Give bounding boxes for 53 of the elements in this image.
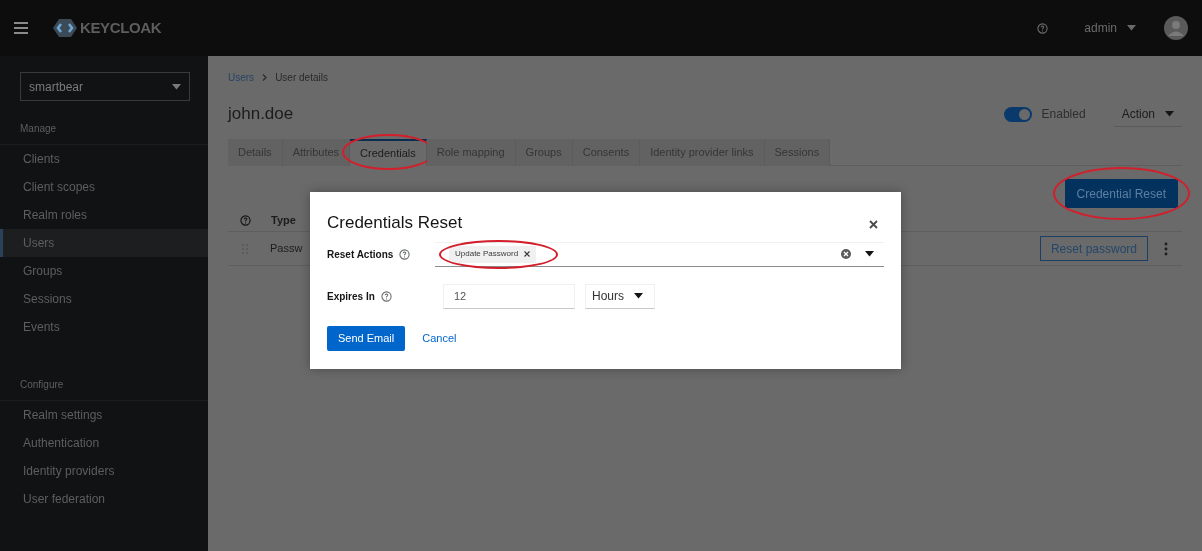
sidebar-item[interactable]: Realm roles xyxy=(0,201,208,229)
sidebar-item[interactable]: Events xyxy=(0,313,208,341)
switch-label: Enabled xyxy=(1041,106,1086,123)
help-icon xyxy=(1037,22,1049,34)
caret-icon xyxy=(1127,25,1136,31)
section-heading: Configure xyxy=(0,377,208,401)
sidebar-item[interactable]: Users xyxy=(0,229,208,257)
menu-icon[interactable] xyxy=(14,22,28,34)
chip: Update Password xyxy=(449,245,537,263)
logo-icon xyxy=(52,18,78,38)
sidebar-item[interactable]: Identity providers xyxy=(0,457,208,485)
table-cell-text: Passw xyxy=(270,241,303,257)
caret-icon xyxy=(172,83,181,90)
enabled-switch[interactable] xyxy=(1003,106,1032,122)
unit-select[interactable]: Hours xyxy=(585,283,655,309)
tab[interactable]: Credentials xyxy=(350,139,427,166)
sidebar-item[interactable]: User federation xyxy=(0,485,208,513)
column-header: Type xyxy=(271,213,296,229)
remove-icon[interactable] xyxy=(524,251,531,257)
section-heading: Manage xyxy=(0,121,208,145)
caret-icon xyxy=(1165,110,1174,117)
page-title: john.doe xyxy=(228,103,295,126)
chevron-icon xyxy=(262,74,268,81)
avatar-icon[interactable] xyxy=(1164,16,1188,40)
send-email-button[interactable]: Send Email xyxy=(327,325,406,351)
help-icon xyxy=(240,215,251,226)
sidebar-item[interactable]: Authentication xyxy=(0,429,208,457)
breadcrumb-current: User details xyxy=(275,71,328,85)
dialog-title: Credentials Reset xyxy=(327,212,464,234)
expires-input[interactable]: 12 xyxy=(443,283,575,309)
sidebar-item[interactable]: Sessions xyxy=(0,285,208,313)
action-dropdown[interactable]: Action xyxy=(1113,101,1182,127)
clear-icon[interactable] xyxy=(841,249,851,259)
help-icon xyxy=(380,290,392,302)
reset-password-button[interactable]: Reset password xyxy=(1039,236,1148,261)
help-icon xyxy=(399,248,411,260)
realm-select[interactable]: smartbear xyxy=(20,72,190,101)
close-icon[interactable] xyxy=(869,220,878,230)
field-label: Expires In xyxy=(327,289,375,304)
caret-icon xyxy=(634,293,643,299)
reset-actions-select[interactable]: Update Password xyxy=(435,241,884,267)
user-menu[interactable]: admin xyxy=(1084,19,1136,37)
logo-text: KEYCLOAK xyxy=(80,17,162,38)
credential-reset-button[interactable]: Credential Reset xyxy=(1064,179,1178,208)
sidebar-item[interactable]: Realm settings xyxy=(0,401,208,429)
breadcrumb-link[interactable]: Users xyxy=(228,70,255,85)
field-label: Reset Actions xyxy=(327,247,394,262)
sidebar-item[interactable]: Client scopes xyxy=(0,173,208,201)
sidebar-item[interactable]: Clients xyxy=(0,145,208,173)
kebab-icon[interactable] xyxy=(1164,241,1168,256)
cancel-link[interactable]: Cancel xyxy=(422,329,457,347)
caret-icon xyxy=(865,251,874,257)
sidebar-item[interactable]: Groups xyxy=(0,257,208,285)
